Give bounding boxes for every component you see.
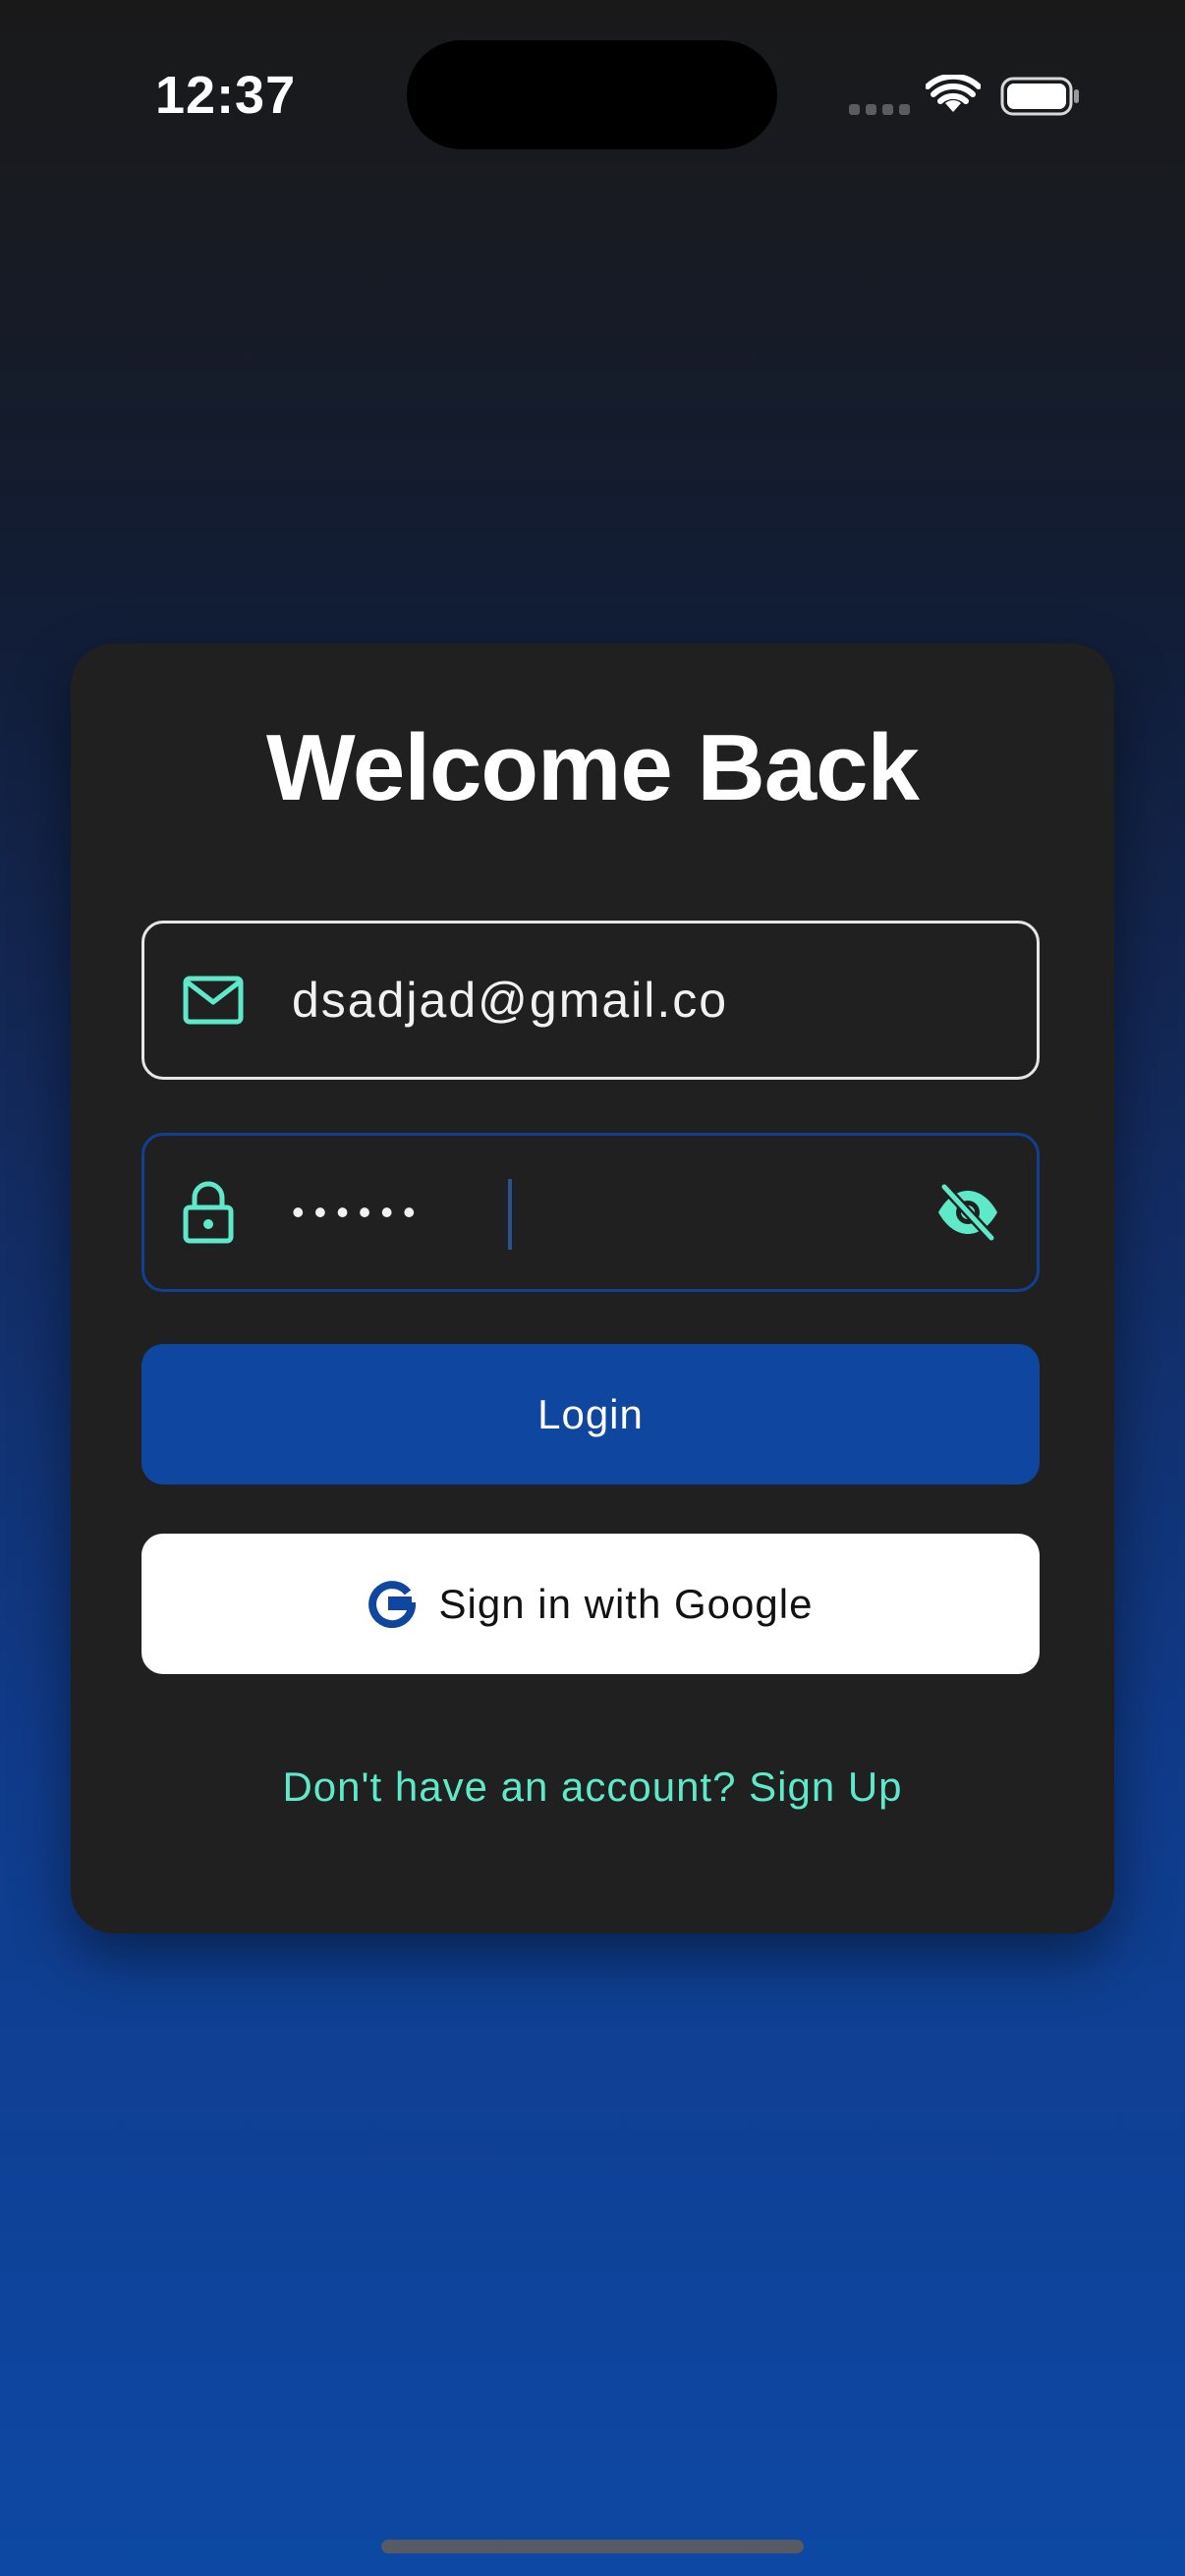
email-field[interactable]: dsadjad@gmail.co [141, 921, 1040, 1080]
lock-icon [183, 1181, 234, 1244]
home-indicator [381, 2540, 804, 2553]
battery-full-icon [1000, 77, 1079, 116]
wifi-icon [926, 75, 981, 112]
password-visibility-toggle[interactable] [932, 1177, 1003, 1248]
cellular-signal-icon [849, 104, 910, 115]
dynamic-island [407, 40, 777, 149]
text-cursor [508, 1179, 512, 1250]
page-title: Welcome Back [266, 715, 920, 820]
google-signin-button[interactable]: Sign in with Google [141, 1534, 1040, 1674]
login-button[interactable]: Login [141, 1344, 1040, 1484]
google-button-label: Sign in with Google [438, 1580, 814, 1627]
login-button-label: Login [537, 1390, 644, 1437]
google-icon [367, 1580, 416, 1628]
login-card: Welcome Back dsadjad@gmail.co •••••• Log… [71, 644, 1114, 1933]
email-input-value[interactable]: dsadjad@gmail.co [292, 972, 728, 1029]
password-field[interactable]: •••••• [141, 1133, 1040, 1292]
password-input-value[interactable]: •••••• [292, 1192, 425, 1233]
eye-off-icon [938, 1183, 997, 1242]
mail-icon [183, 976, 244, 1025]
status-bar: 12:37 [0, 0, 1185, 187]
signup-link[interactable]: Don't have an account? Sign Up [71, 1764, 1114, 1811]
status-time: 12:37 [155, 66, 297, 125]
